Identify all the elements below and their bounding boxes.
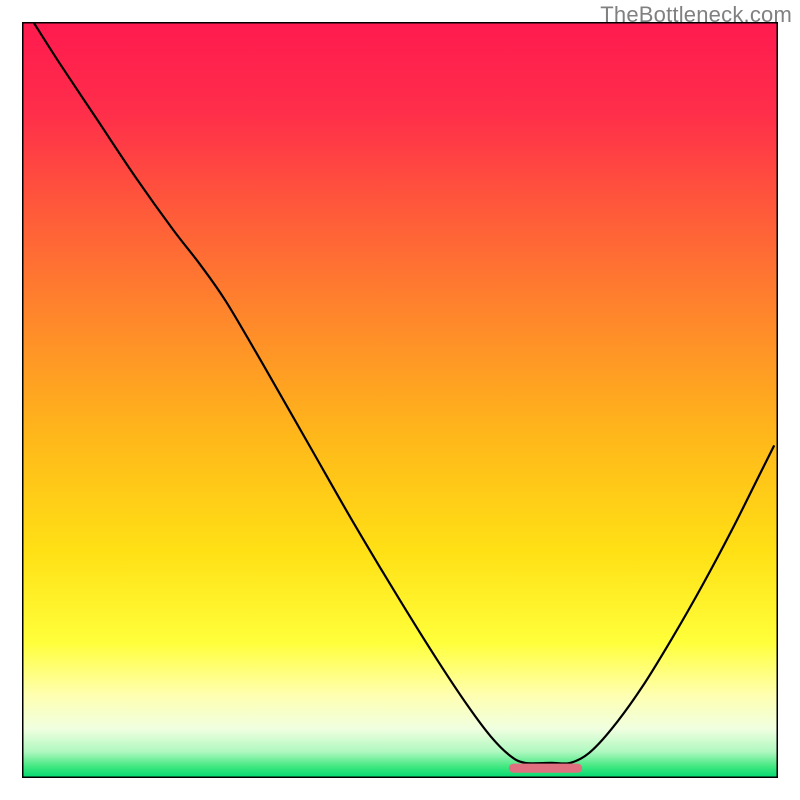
chart-svg xyxy=(22,22,778,778)
plot-area xyxy=(22,22,778,778)
chart-container: TheBottleneck.com xyxy=(0,0,800,800)
chart-background xyxy=(22,22,778,778)
